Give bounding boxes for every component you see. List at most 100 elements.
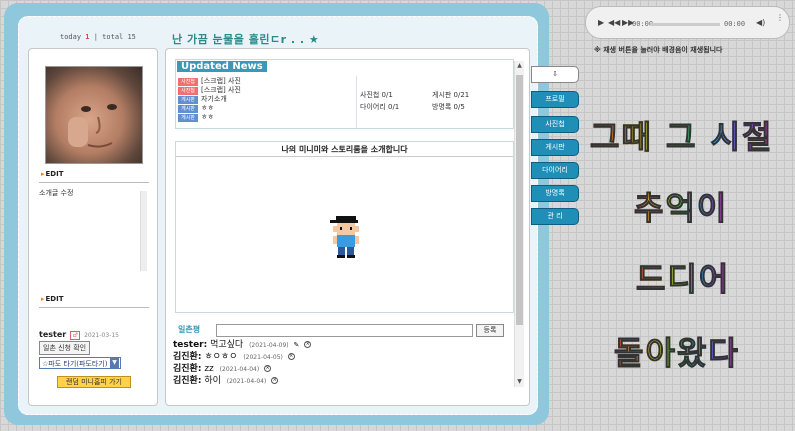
wave-select[interactable]: ☆파도 타기(파도타기) ▼	[39, 357, 121, 369]
miniroom: 나의 미니미와 스토리룸을 소개합니다	[175, 141, 514, 313]
comment-author[interactable]: 김진환:	[173, 364, 201, 374]
tab-profile[interactable]: 프로필	[531, 91, 579, 108]
news-item[interactable]: 게시판 ㅎㅎ	[178, 104, 348, 113]
comment-author[interactable]: 김진환:	[173, 352, 201, 362]
delete-icon[interactable]: ×	[304, 341, 312, 348]
volume-icon[interactable]: ◀)	[756, 18, 765, 27]
news-item[interactable]: 사진첩 [스크랩] 사진	[178, 86, 348, 95]
news-tag: 게시판	[178, 105, 198, 113]
tab-board[interactable]: 게시판	[531, 139, 579, 156]
total-label: total	[102, 33, 124, 41]
bio-edit-link[interactable]: EDIT	[41, 295, 64, 303]
owner-info: tester ♂ 2021-03-15	[39, 330, 119, 340]
today-label: today	[60, 33, 82, 41]
ilchon-comment-input[interactable]	[216, 324, 473, 337]
updated-news: Updated News 사진첩 [스크랩] 사진 사진첩 [스크랩] 사진 게시판…	[175, 59, 514, 129]
tab-manage[interactable]: 관 리	[531, 208, 579, 225]
comment-date: (2021-04-05)	[243, 354, 283, 361]
divider	[39, 307, 149, 308]
news-item-text: 자기소개	[201, 95, 227, 103]
news-tag: 사진첩	[178, 87, 198, 95]
comment-item: 김진환: zz (2021-04-04) ×	[173, 363, 511, 375]
ilchon-comment-label: 일촌평	[178, 325, 201, 334]
banner-line-3: 드디어	[635, 254, 730, 300]
comment-text: 먹고싶다	[210, 340, 244, 350]
edit-icon[interactable]: ✎	[294, 341, 300, 349]
comment-item: 김진환: ㅎㅇㅎㅇ (2021-04-05) ×	[173, 351, 511, 363]
face-icon	[68, 104, 117, 148]
delete-icon[interactable]: ×	[287, 353, 295, 360]
music-player: ▶ ◀◀ ▶▶ 00:00 00:00 ◀) ⋮	[585, 6, 790, 39]
tab-photo[interactable]: 사진첩	[531, 116, 579, 133]
comment-list: tester: 먹고싶다 (2021-04-09) ✎ × 김진환: ㅎㅇㅎㅇ …	[173, 339, 511, 387]
news-item[interactable]: 게시판 ㅎㅎ	[178, 113, 348, 122]
scroll-up-icon[interactable]: ▲	[516, 62, 523, 70]
comment-item: 김진환: 하이 (2021-04-04) ×	[173, 375, 511, 387]
owner-name: tester	[39, 330, 67, 339]
comment-date: (2021-04-04)	[219, 366, 260, 373]
banner-line-1: 그때 그 시절	[589, 112, 773, 158]
total-time: 00:00	[724, 20, 746, 28]
stat-board[interactable]: 게시판 0/21	[432, 90, 469, 100]
delete-icon[interactable]: ×	[264, 365, 272, 372]
profile-panel: EDIT 소개글 수정 EDIT tester ♂ 2021-03-15 일촌 …	[28, 48, 158, 406]
scrollbar-thumb[interactable]	[516, 75, 523, 325]
news-tag: 사진첩	[178, 78, 198, 86]
menu-icon[interactable]: ⋮	[776, 13, 784, 22]
home-icon: ⇩	[552, 70, 558, 78]
bio-scrollbar[interactable]	[140, 191, 147, 271]
news-item-text: ㅎㅎ	[201, 113, 214, 121]
comment-text: 하이	[204, 376, 221, 386]
stat-diary[interactable]: 다이어리 0/1	[360, 102, 399, 112]
profile-bio: 소개글 수정	[39, 189, 74, 197]
news-item-text: [스크랩] 사진	[201, 86, 241, 94]
minimi-character-icon[interactable]	[326, 214, 366, 262]
comment-date: (2021-04-04)	[226, 378, 267, 385]
total-count: 15	[127, 33, 136, 41]
owner-date: 2021-03-15	[84, 332, 119, 339]
news-tag: 게시판	[178, 96, 198, 104]
player-note: ※ 재생 버튼을 눌러야 배경음이 재생됩니다	[594, 46, 723, 54]
banner-line-2: 추억이	[633, 183, 728, 229]
main-scrollbar[interactable]: ▲ ▼	[514, 61, 524, 387]
random-homepage-button[interactable]: 랜덤 미니홈피 가기	[57, 376, 131, 388]
comment-item: tester: 먹고싶다 (2021-04-09) ✎ ×	[173, 339, 511, 351]
divider	[39, 182, 149, 183]
tab-home[interactable]: ⇩	[531, 66, 579, 83]
stat-guestbook[interactable]: 방명록 0/5	[432, 102, 465, 112]
miniroom-title: 나의 미니미와 스토리룸을 소개합니다	[281, 145, 408, 154]
banner-line-4: 돌아왔다	[614, 328, 740, 374]
comment-author[interactable]: 김진환:	[173, 376, 201, 386]
news-item[interactable]: 사진첩 [스크랩] 사진	[178, 77, 348, 86]
comment-text: zz	[204, 364, 214, 374]
comment-author[interactable]: tester:	[173, 340, 207, 350]
wave-select-value: ☆파도 타기(파도타기)	[42, 360, 108, 368]
tab-guestbook[interactable]: 방명록	[531, 185, 579, 202]
gender-icon: ♂	[70, 331, 80, 340]
page-title: 난 가끔 눈물을 흘린ㄷr . . ★	[172, 33, 320, 46]
comment-text: ㅎㅇㅎㅇ	[204, 352, 238, 362]
news-item-text: [스크랩] 사진	[201, 77, 241, 85]
scroll-down-icon[interactable]: ▼	[516, 378, 523, 386]
divider	[176, 156, 513, 157]
submit-button[interactable]: 등록	[476, 324, 504, 337]
comment-date: (2021-04-09)	[249, 342, 289, 349]
tab-diary[interactable]: 다이어리	[531, 162, 579, 179]
play-icon[interactable]: ▶	[598, 18, 604, 27]
ilchon-request-button[interactable]: 일촌 신청 확인	[39, 341, 91, 355]
prev-icon[interactable]: ◀◀	[608, 18, 620, 27]
news-item-text: ㅎㅎ	[201, 104, 214, 112]
visit-counter: today 1 | total 15	[60, 33, 136, 41]
news-list: 사진첩 [스크랩] 사진 사진첩 [스크랩] 사진 게시판 자기소개 게시판 ㅎㅎ 게시…	[178, 77, 348, 122]
photo-edit-link[interactable]: EDIT	[41, 170, 64, 178]
stat-photo[interactable]: 사진첩 0/1	[360, 90, 393, 100]
news-title: Updated News	[177, 61, 267, 72]
chevron-down-icon: ▼	[110, 358, 119, 368]
delete-icon[interactable]: ×	[271, 377, 279, 384]
progress-bar[interactable]	[650, 23, 720, 26]
today-count: 1	[85, 33, 90, 41]
news-tag: 게시판	[178, 114, 198, 122]
main-panel: Updated News 사진첩 [스크랩] 사진 사진첩 [스크랩] 사진 게시판…	[165, 48, 530, 406]
profile-photo	[45, 66, 143, 164]
news-item[interactable]: 게시판 자기소개	[178, 95, 348, 104]
